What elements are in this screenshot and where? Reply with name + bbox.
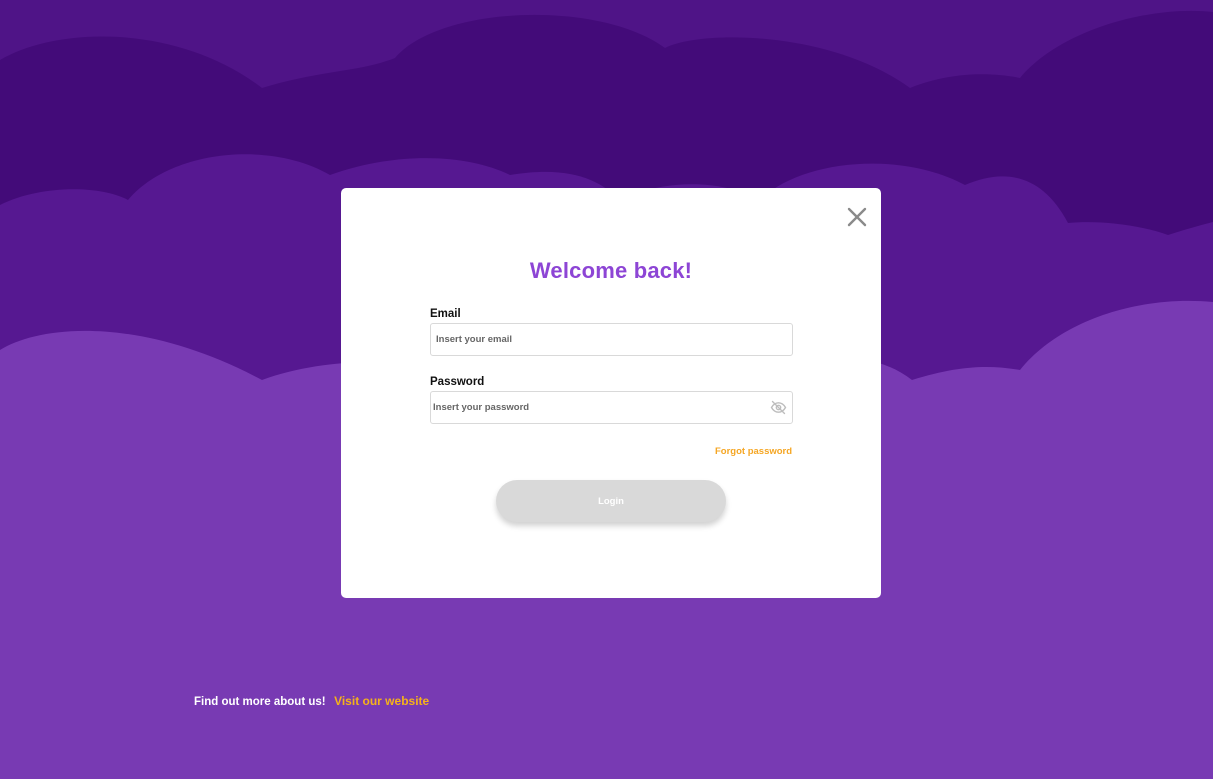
footer-lead-text: Find out more about us! — [194, 696, 326, 708]
visit-website-link[interactable]: Visit our website — [334, 694, 429, 708]
close-icon — [847, 207, 867, 227]
close-button[interactable] — [844, 204, 870, 230]
login-page: Welcome back! Email Password Forgot pass… — [0, 0, 1213, 779]
login-modal: Welcome back! Email Password Forgot pass… — [341, 188, 881, 598]
password-label: Password — [430, 376, 485, 388]
modal-title: Welcome back! — [529, 258, 693, 283]
email-input[interactable] — [431, 324, 756, 355]
forgot-password-link[interactable]: Forgot password — [715, 446, 792, 457]
login-button[interactable]: Login — [496, 480, 726, 522]
password-field-wrapper — [430, 391, 793, 424]
email-label: Email — [430, 308, 461, 320]
password-input[interactable] — [431, 392, 753, 423]
email-field-wrapper — [430, 323, 793, 356]
toggle-password-visibility-button[interactable] — [770, 400, 787, 415]
footer: Find out more about us! Visit our websit… — [194, 692, 429, 710]
eye-off-icon — [770, 400, 787, 415]
